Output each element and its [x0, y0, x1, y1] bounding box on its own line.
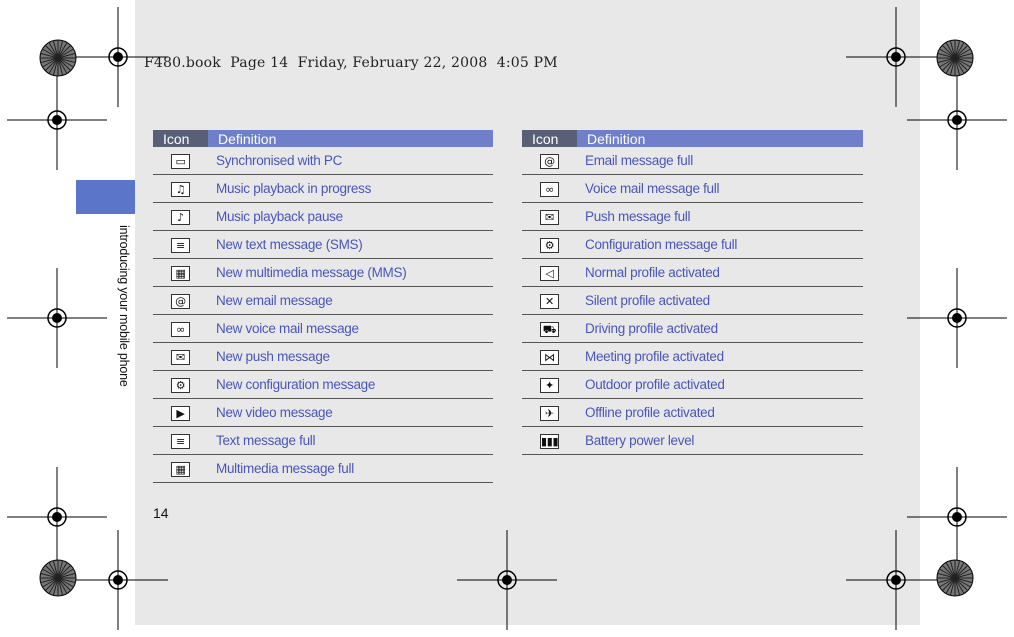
crosshair-dot	[113, 575, 123, 585]
crosshair-dot	[113, 52, 123, 62]
crosshair-dot	[52, 512, 62, 522]
registration-marks	[7, 7, 1007, 630]
crosshair-dot	[891, 575, 901, 585]
crosshair-dot	[952, 313, 962, 323]
crosshair-dot	[52, 115, 62, 125]
crosshair-dot	[52, 313, 62, 323]
crosshair-dot	[952, 512, 962, 522]
crosshair-dot	[502, 575, 512, 585]
crosshair-dot	[891, 52, 901, 62]
crosshair-dot	[952, 115, 962, 125]
